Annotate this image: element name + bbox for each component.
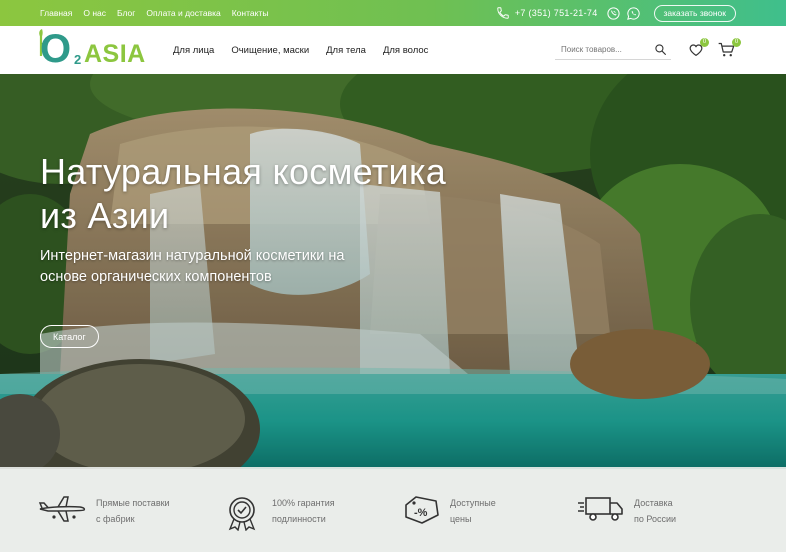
airplane-icon [38, 496, 86, 522]
nav-hair[interactable]: Для волос [383, 45, 428, 56]
hero-title: Натуральная косметика из Азии [40, 151, 447, 236]
phone-icon [497, 7, 509, 19]
top-nav: Главная О нас Блог Оплата и доставка Кон… [40, 8, 279, 18]
viber-icon[interactable] [606, 6, 621, 21]
top-nav-about[interactable]: О нас [83, 8, 106, 18]
features-strip: Прямые поставки с фабрик 100% гарантия п… [0, 467, 786, 552]
whatsapp-icon[interactable] [626, 6, 641, 21]
feature-text: Доступные цены [450, 498, 496, 524]
feature-text: Доставка по России [634, 498, 677, 524]
feature-prices: -% Доступные цены [402, 495, 496, 535]
wishlist-count-badge: 0 [700, 38, 709, 47]
hero-banner: Натуральная косметика из Азии Интернет-м… [0, 74, 786, 469]
svg-text:-%: -% [414, 507, 428, 519]
search-icon[interactable] [654, 43, 667, 56]
feature-text: Прямые поставки с фабрик [96, 498, 170, 524]
quality-badge-icon [228, 497, 256, 531]
feature-direct-supply: Прямые поставки с фабрик [38, 495, 170, 535]
phone-number: +7 (351) 751-21-74 [514, 8, 598, 18]
nav-cleansing-masks[interactable]: Очищение, маски [231, 45, 309, 56]
top-nav-payment-delivery[interactable]: Оплата и доставка [146, 8, 220, 18]
callback-button[interactable]: заказать звонок [653, 4, 736, 22]
top-contacts: +7 (351) 751-21-74 заказать звонок [496, 0, 736, 26]
wishlist-button[interactable]: 0 [688, 38, 709, 58]
nav-body[interactable]: Для тела [326, 45, 366, 56]
feature-delivery: Доставка по России [578, 495, 676, 535]
logo-asia: ASIA [84, 40, 146, 68]
main-nav: Для лица Очищение, маски Для тела Для во… [173, 26, 445, 74]
main-header: O 2 ASIA Для лица Очищение, маски Для те… [0, 26, 786, 74]
top-nav-home[interactable]: Главная [40, 8, 72, 18]
feature-text: 100% гарантия подлинности [272, 498, 335, 524]
top-nav-contacts[interactable]: Контакты [232, 8, 269, 18]
search-input[interactable] [555, 45, 647, 54]
site-logo[interactable]: O 2 ASIA [38, 28, 160, 72]
search-box [555, 40, 671, 60]
cart-button[interactable]: 0 [718, 38, 741, 58]
top-bar: Главная О нас Блог Оплата и доставка Кон… [0, 0, 786, 26]
hero-subtitle: Интернет-магазин натуральной косметики н… [40, 248, 345, 285]
cart-count-badge: 0 [732, 38, 741, 47]
feature-authenticity: 100% гарантия подлинности [222, 495, 335, 535]
top-nav-blog[interactable]: Блог [117, 8, 135, 18]
logo-o: O [40, 27, 72, 71]
discount-tag-icon: -% [405, 496, 439, 524]
phone-link[interactable]: +7 (351) 751-21-74 [496, 6, 598, 20]
logo-two: 2 [74, 52, 82, 67]
nav-face[interactable]: Для лица [173, 45, 214, 56]
delivery-truck-icon [578, 497, 623, 521]
catalog-button[interactable]: Каталог [40, 325, 99, 348]
